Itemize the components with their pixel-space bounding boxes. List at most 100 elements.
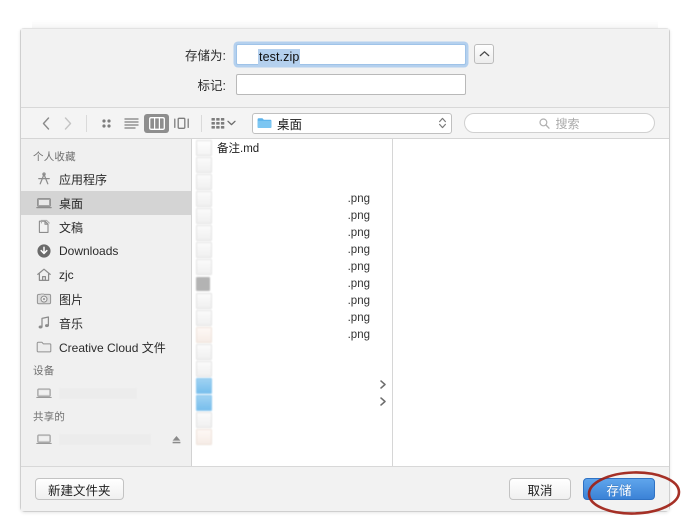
sidebar-item-图片[interactable]: 图片	[21, 287, 191, 311]
file-list-item[interactable]	[192, 156, 392, 173]
applications-icon	[35, 171, 52, 188]
sidebar-item-redacted[interactable]	[21, 381, 191, 405]
file-list-item[interactable]	[192, 360, 392, 377]
filename-input[interactable]: test.zip	[236, 43, 466, 67]
file-extension: .png	[347, 294, 370, 307]
computer-icon	[35, 385, 52, 402]
new-folder-button[interactable]: 新建文件夹	[35, 478, 124, 500]
file-icon-img	[196, 343, 212, 360]
grid-dots-icon	[102, 118, 111, 128]
file-list-column[interactable]: 备注.md .png .png .png .png .png .png .png .png .pn…	[192, 139, 393, 466]
view-icon-button[interactable]	[94, 114, 119, 133]
sidebar-item-音乐[interactable]: 音乐	[21, 311, 191, 335]
sidebar-item-label: 应用程序	[59, 172, 108, 187]
sidebar[interactable]: 个人收藏 应用程序 桌面 文稿 Downloads zjc 图片 音乐 Crea…	[21, 139, 192, 466]
file-extension: .png	[347, 328, 370, 341]
home-icon	[35, 267, 52, 284]
downloads-icon	[36, 244, 51, 258]
filename-text-wrapper: test.zip	[258, 48, 301, 67]
redacted-label	[59, 387, 137, 399]
file-list-item[interactable]	[192, 343, 392, 360]
file-icon-img	[196, 411, 212, 428]
file-name: 备注.md	[217, 142, 260, 155]
sidebar-item-label: 音乐	[59, 316, 84, 331]
file-icon-doc	[196, 139, 212, 156]
save-button[interactable]: 存储	[583, 478, 655, 500]
computer-icon	[35, 388, 52, 398]
file-list-item[interactable]: .png	[192, 207, 392, 224]
file-list-item[interactable]: .png	[192, 241, 392, 258]
sidebar-item-文稿[interactable]: 文稿	[21, 215, 191, 239]
expand-collapse-button[interactable]	[474, 44, 494, 64]
file-list-item[interactable]: .png	[192, 275, 392, 292]
location-label: 桌面	[277, 117, 303, 132]
redacted-label	[59, 433, 151, 445]
search-icon	[539, 117, 551, 129]
list-lines-icon	[124, 118, 139, 129]
tags-input[interactable]	[236, 73, 466, 95]
sidebar-section-header: 设备	[33, 365, 55, 377]
file-icon-img	[196, 258, 212, 275]
gallery-icon	[174, 117, 189, 129]
file-list-item[interactable]: .png	[192, 326, 392, 343]
dialog-form-area: 存储为: test.zip 标记:	[21, 29, 669, 108]
sidebar-item-label: 桌面	[59, 196, 84, 211]
dialog-footer: 新建文件夹 取消 存储	[21, 466, 669, 511]
file-list-item[interactable]	[192, 428, 392, 445]
forward-button[interactable]	[57, 113, 79, 133]
sidebar-item-label: Creative Cloud 文件	[59, 340, 166, 355]
disclosure-arrow-icon[interactable]	[380, 397, 386, 408]
sidebar-item-label: 图片	[59, 292, 84, 307]
browser-toolbar: 桌面 搜索	[21, 108, 669, 139]
file-icon-folder	[196, 377, 212, 394]
cancel-button[interactable]: 取消	[509, 478, 571, 500]
sidebar-item-应用程序[interactable]: 应用程序	[21, 167, 191, 191]
blue-folder-icon	[257, 118, 272, 128]
sidebar-item-zjc[interactable]: zjc	[21, 263, 191, 287]
sidebar-item-downloads[interactable]: Downloads	[21, 239, 191, 263]
view-list-button[interactable]	[119, 114, 144, 133]
file-list-item[interactable]: .png	[192, 292, 392, 309]
up-down-stepper-icon	[439, 117, 446, 129]
file-extension: .png	[347, 226, 370, 239]
file-list-item[interactable]: 备注.md	[192, 139, 392, 156]
file-list-item[interactable]	[192, 173, 392, 190]
file-icon-img	[196, 241, 212, 258]
file-list-item[interactable]: .png	[192, 190, 392, 207]
sidebar-section-header: 个人收藏	[33, 151, 76, 163]
sidebar-item-creative-cloud-文件[interactable]: Creative Cloud 文件	[21, 335, 191, 359]
group-by-button[interactable]	[209, 114, 238, 133]
preview-column	[393, 139, 669, 466]
search-input[interactable]: 搜索	[464, 113, 655, 133]
sidebar-item-label: Downloads	[59, 244, 119, 258]
file-icon-dark	[196, 276, 210, 291]
location-dropdown[interactable]: 桌面	[252, 112, 452, 134]
file-list-item[interactable]	[192, 411, 392, 428]
file-icon-img	[196, 224, 212, 241]
save-as-label: 存储为:	[185, 48, 226, 63]
sidebar-item-redacted[interactable]	[21, 427, 191, 451]
eject-icon[interactable]	[171, 434, 182, 445]
toolbar-divider-2	[201, 114, 202, 132]
file-browser: 个人收藏 应用程序 桌面 文稿 Downloads zjc 图片 音乐 Crea…	[21, 139, 669, 466]
chevron-left-icon	[42, 116, 50, 130]
filename-value: test.zip	[258, 48, 301, 66]
disclosure-arrow-icon[interactable]	[380, 380, 386, 391]
file-list-item[interactable]	[192, 394, 392, 411]
file-list-item[interactable]	[192, 377, 392, 394]
view-gallery-button[interactable]	[169, 114, 194, 133]
tags-row: 标记:	[21, 73, 669, 95]
file-extension: .png	[347, 209, 370, 222]
file-icon-img	[196, 360, 212, 377]
file-list-item[interactable]: .png	[192, 224, 392, 241]
save-as-row: 存储为: test.zip	[21, 43, 669, 67]
back-button[interactable]	[35, 113, 57, 133]
home-icon	[36, 268, 51, 282]
sidebar-item-桌面[interactable]: 桌面	[21, 191, 191, 215]
file-list-item[interactable]: .png	[192, 258, 392, 275]
file-list-item[interactable]: .png	[192, 309, 392, 326]
file-icon-img	[196, 156, 212, 173]
desktop-icon	[35, 198, 52, 209]
search-placeholder: 搜索	[555, 116, 580, 131]
view-column-button[interactable]	[144, 113, 169, 133]
